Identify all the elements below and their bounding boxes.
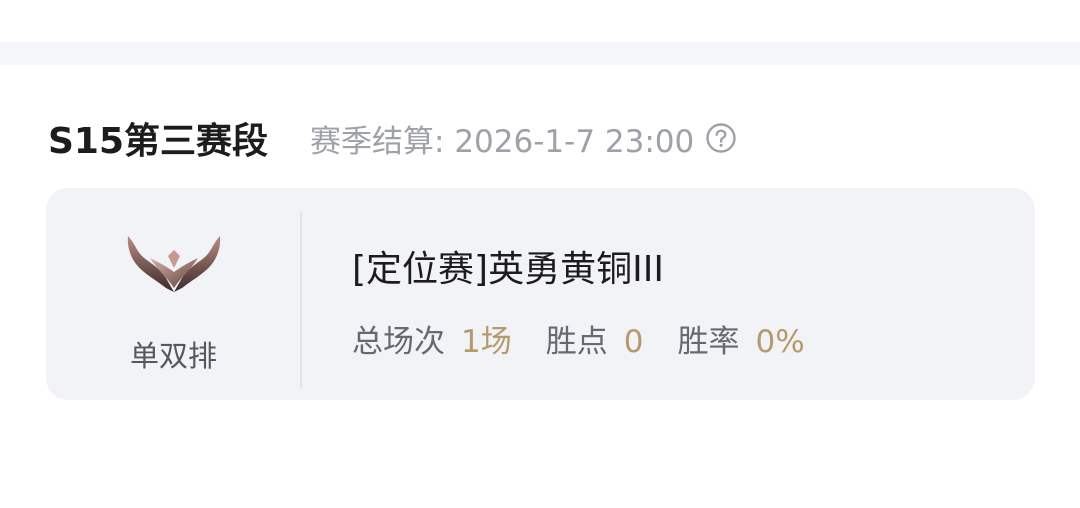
bronze-rank-emblem-icon [127,236,221,292]
rank-name: [定位赛]英勇黄铜III [352,249,664,290]
emblem-column: 单双排 [46,188,301,400]
question-circle-icon[interactable] [706,123,736,153]
stat-value-total-games: 1场 [461,324,512,360]
stat-label-win-rate: 胜率 [677,324,740,360]
queue-label: 单双排 [129,339,217,373]
stat-value-lp: 0 [623,324,644,360]
season-title: S15第三赛段 [48,121,269,162]
stat-label-total-games: 总场次 [352,324,445,360]
divider [300,212,302,388]
season-header: S15第三赛段 赛季结算: 2026-1-7 23:00 [48,110,736,166]
rank-card[interactable]: 单双排 [定位赛]英勇黄铜III 总场次 1场 胜点 0 胜率 0% [46,188,1035,400]
settlement-time: 赛季结算: 2026-1-7 23:00 [310,123,695,160]
top-strip [0,42,1080,65]
stat-value-win-rate: 0% [755,324,805,360]
stats-row: 总场次 1场 胜点 0 胜率 0% [352,316,805,361]
stat-label-lp: 胜点 [545,324,608,360]
